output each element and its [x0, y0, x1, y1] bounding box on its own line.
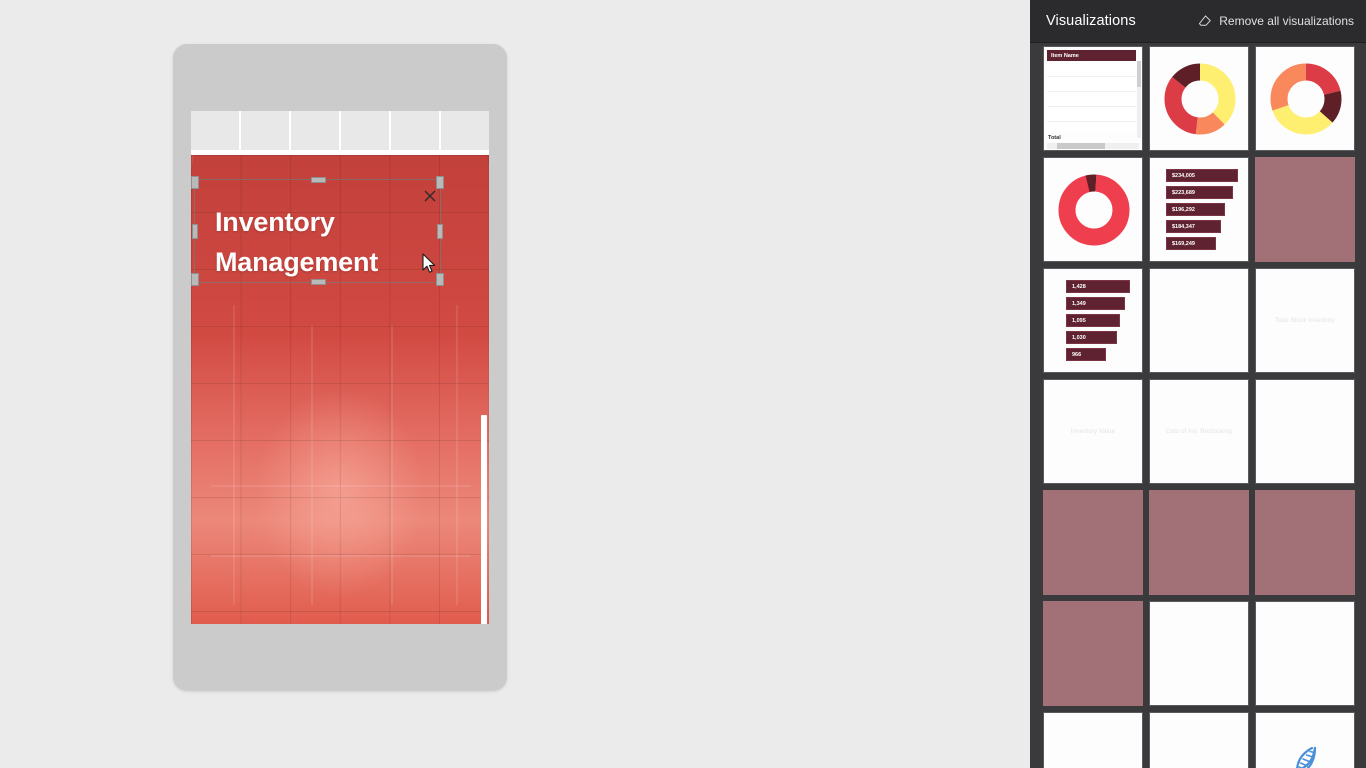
- dna-helix-icon: [1296, 746, 1317, 768]
- label-visual-1-thumbnail[interactable]: Total Stock Inventory: [1255, 268, 1355, 373]
- table-visual-thumbnail[interactable]: Item Name Total: [1043, 46, 1143, 151]
- bar-item: $184,347: [1166, 220, 1221, 233]
- grid-cell[interactable]: [341, 111, 389, 150]
- donut-visual-3-thumbnail[interactable]: [1043, 157, 1143, 262]
- subscribe-content: SUBSCRIBE: [1256, 713, 1354, 768]
- warehouse-beam: [211, 485, 471, 487]
- empty-grid-cell-row: [191, 111, 489, 155]
- rose-tile-4-thumbnail[interactable]: [1255, 490, 1355, 595]
- rose-tile-3-thumbnail[interactable]: [1149, 490, 1249, 595]
- remove-all-visualizations-button[interactable]: Remove all visualizations: [1198, 14, 1354, 28]
- visualization-thumbnail-grid: Item Name Total $234,005 $223,689 $196,2…: [1030, 43, 1366, 768]
- warehouse-beam: [391, 325, 393, 605]
- blank-visual-5-thumbnail[interactable]: [1043, 712, 1143, 768]
- bar-item: $234,005: [1166, 169, 1238, 182]
- table-horizontal-scrollbar[interactable]: [1047, 143, 1139, 149]
- visual-placeholder-label: Total Stock Inventory: [1275, 317, 1335, 324]
- table-total-label: Total: [1048, 135, 1061, 141]
- grid-cell[interactable]: [391, 111, 439, 150]
- resize-handle-bottom-left[interactable]: [191, 273, 199, 286]
- table-header-cell: Item Name: [1047, 50, 1136, 61]
- grid-cell[interactable]: [441, 111, 489, 150]
- resize-handle-top-right[interactable]: [436, 176, 444, 189]
- bar-item: 1,428: [1066, 280, 1130, 293]
- warehouse-beam: [311, 325, 313, 605]
- grid-cell[interactable]: [241, 111, 289, 150]
- blank-visual-4-thumbnail[interactable]: [1255, 601, 1355, 706]
- power-bi-mobile-layout-screen: Inventory Management Visualizations Remo…: [0, 0, 1366, 768]
- donut-visual-1-thumbnail[interactable]: [1149, 46, 1249, 151]
- bar-item: 1,095: [1066, 314, 1121, 327]
- visual-placeholder-label: Inventory Value: [1070, 428, 1116, 435]
- warehouse-beam: [233, 305, 235, 605]
- bar-chart-bars: $234,005 $223,689 $196,292 $184,347 $169…: [1150, 158, 1248, 261]
- resize-handle-top-center[interactable]: [310, 177, 326, 183]
- report-title-line-2: Management: [215, 247, 379, 277]
- blank-visual-1-thumbnail[interactable]: [1149, 268, 1249, 373]
- resize-handle-bottom-right[interactable]: [436, 273, 444, 286]
- rose-tile-1-thumbnail[interactable]: [1255, 157, 1355, 262]
- eraser-icon: [1199, 15, 1211, 26]
- blank-visual-6-thumbnail[interactable]: [1149, 712, 1249, 768]
- count-bar-visual-thumbnail[interactable]: 1,428 1,349 1,095 1,030 966: [1043, 268, 1143, 373]
- warehouse-beam: [456, 305, 458, 605]
- report-canvas-area: Inventory Management: [0, 0, 1030, 768]
- label-visual-3-thumbnail[interactable]: Cost of Inv. Restocking: [1149, 379, 1249, 484]
- visual-placeholder-label: Cost of Inv. Restocking: [1166, 428, 1232, 435]
- phone-mockup-frame: Inventory Management: [173, 44, 507, 691]
- blank-visual-3-thumbnail[interactable]: [1149, 601, 1249, 706]
- close-icon[interactable]: [423, 189, 437, 203]
- grid-cell[interactable]: [191, 111, 239, 150]
- resize-handle-left-center[interactable]: [192, 224, 198, 239]
- bar-item: 1,030: [1066, 331, 1118, 344]
- subscribe-visual-thumbnail[interactable]: SUBSCRIBE: [1255, 712, 1355, 768]
- rose-tile-5-thumbnail[interactable]: [1043, 601, 1143, 706]
- bar-item: $223,689: [1166, 186, 1233, 199]
- panel-title: Visualizations: [1046, 13, 1136, 29]
- resize-handle-bottom-center[interactable]: [310, 279, 326, 285]
- donut-visual-2-thumbnail[interactable]: [1255, 46, 1355, 151]
- resize-handle-right-center[interactable]: [437, 224, 443, 239]
- visualizations-panel-header: Visualizations Remove all visualizations: [1030, 0, 1366, 43]
- rose-tile-2-thumbnail[interactable]: [1043, 490, 1143, 595]
- visualizations-panel: Visualizations Remove all visualizations…: [1030, 0, 1366, 768]
- report-title-text: Inventory Management: [215, 202, 430, 282]
- currency-bar-visual-thumbnail[interactable]: $234,005 $223,689 $196,292 $184,347 $169…: [1149, 157, 1249, 262]
- donut-chart-icon: [1058, 174, 1130, 246]
- label-visual-2-thumbnail[interactable]: Inventory Value: [1043, 379, 1143, 484]
- donut-chart-icon: [1164, 63, 1236, 135]
- canvas-vertical-scrollbar[interactable]: [481, 415, 487, 624]
- table-vertical-scrollbar[interactable]: [1137, 61, 1141, 138]
- grid-cell[interactable]: [291, 111, 339, 150]
- warehouse-beam: [211, 555, 471, 557]
- bar-chart-bars: 1,428 1,349 1,095 1,030 966: [1044, 269, 1142, 372]
- phone-report-page[interactable]: Inventory Management: [191, 111, 489, 624]
- bar-item: 1,349: [1066, 297, 1125, 310]
- selected-title-visual[interactable]: Inventory Management: [191, 176, 444, 286]
- resize-handle-top-left[interactable]: [191, 176, 199, 189]
- bar-item: $169,249: [1166, 237, 1217, 250]
- report-title-line-1: Inventory: [215, 207, 335, 237]
- bar-item: $196,292: [1166, 203, 1226, 216]
- blank-visual-2-thumbnail[interactable]: [1255, 379, 1355, 484]
- remove-all-label: Remove all visualizations: [1219, 14, 1354, 28]
- table-rows: [1047, 62, 1136, 132]
- donut-chart-icon: [1270, 63, 1342, 135]
- bar-item: 966: [1066, 348, 1107, 361]
